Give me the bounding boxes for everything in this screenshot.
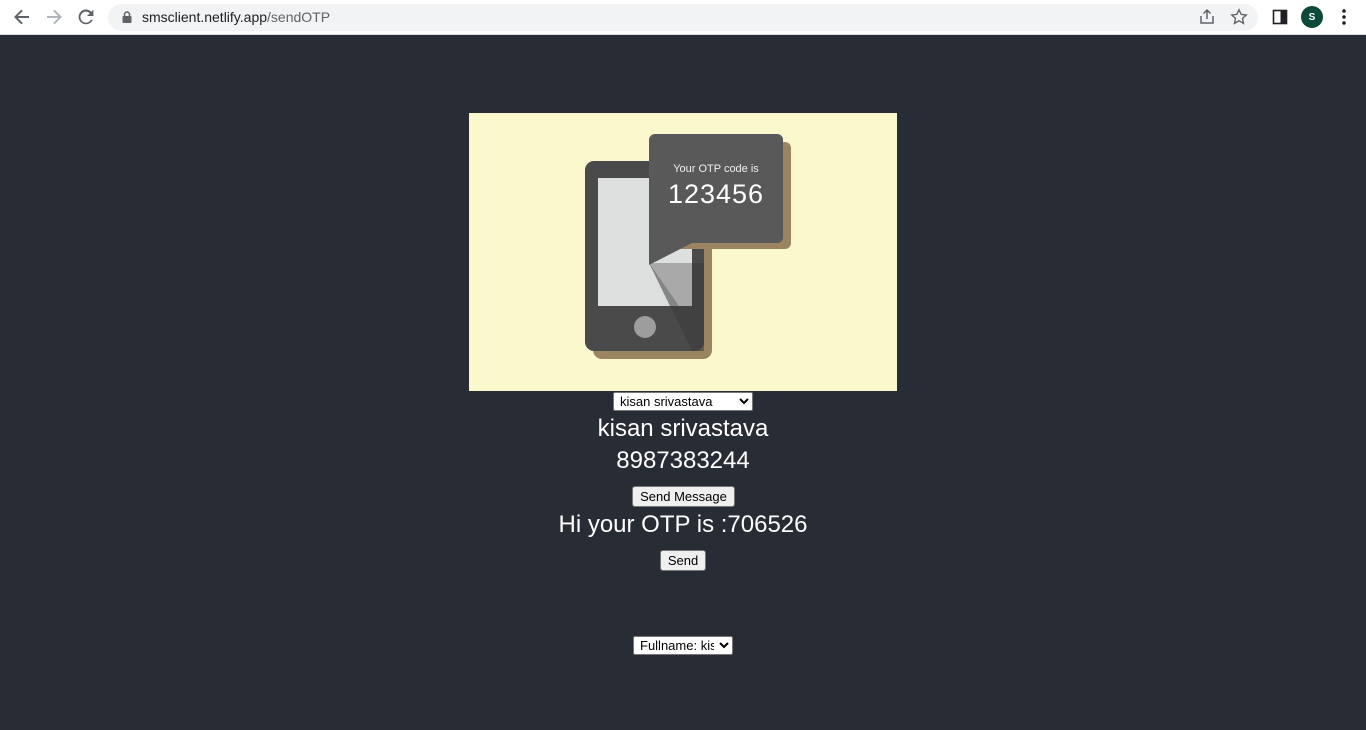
- send-button[interactable]: Send: [660, 550, 706, 571]
- reload-button[interactable]: [74, 5, 98, 29]
- forward-button[interactable]: [42, 5, 66, 29]
- bubble-caption: Your OTP code is: [673, 163, 759, 175]
- url-path: /sendOTP: [267, 9, 331, 25]
- profile-avatar[interactable]: S: [1301, 6, 1323, 28]
- share-icon[interactable]: [1198, 8, 1216, 26]
- reload-icon: [78, 9, 94, 25]
- url-host: smsclient.netlify.app: [142, 9, 268, 25]
- bookmark-star-icon[interactable]: [1230, 8, 1248, 26]
- user-select[interactable]: kisan srivastava: [613, 392, 753, 411]
- url-text: smsclient.netlify.app/sendOTP: [142, 9, 330, 26]
- browser-toolbar: smsclient.netlify.app/sendOTP S: [0, 0, 1366, 35]
- contact-name: kisan srivastava: [597, 415, 769, 442]
- more-vert-icon: [1342, 9, 1346, 25]
- otp-message: Hi your OTP is :706526: [558, 511, 808, 538]
- contact-phone: 8987383244: [616, 447, 750, 474]
- send-message-button[interactable]: Send Message: [632, 486, 735, 507]
- browser-menu-button[interactable]: [1333, 6, 1355, 28]
- back-button[interactable]: [10, 5, 34, 29]
- back-arrow-icon: [14, 9, 29, 25]
- side-panel-button[interactable]: [1269, 6, 1291, 28]
- side-panel-icon: [1272, 9, 1288, 25]
- lock-icon: [122, 11, 132, 23]
- forward-arrow-icon: [47, 9, 62, 25]
- phone-otp-graphic: [469, 113, 897, 391]
- bubble-code: 123456: [667, 179, 765, 209]
- fullname-select[interactable]: Fullname: kis: [633, 636, 733, 655]
- otp-illustration: Your OTP code is 123456: [469, 113, 897, 391]
- address-bar[interactable]: smsclient.netlify.app/sendOTP: [108, 4, 1258, 31]
